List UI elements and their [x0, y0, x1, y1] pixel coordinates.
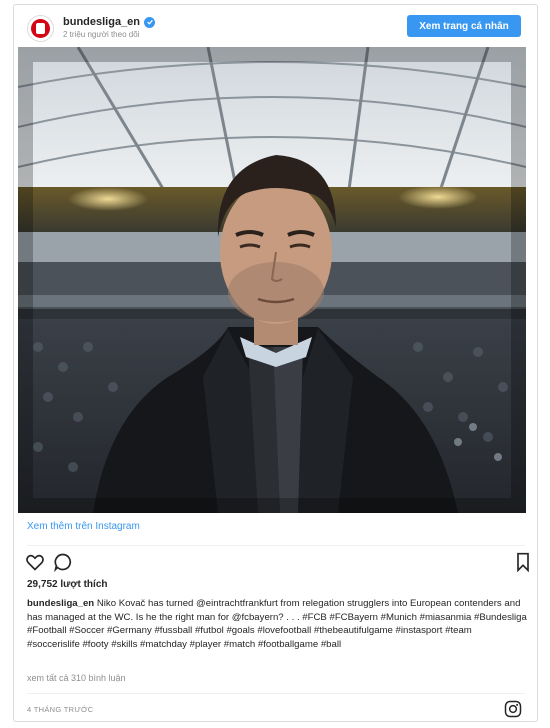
heart-icon[interactable]: [24, 551, 46, 573]
username[interactable]: bundesliga_en: [63, 16, 140, 28]
divider: [27, 545, 525, 546]
divider: [27, 693, 525, 694]
action-bar: [24, 551, 529, 575]
caption-username[interactable]: bundesliga_en: [27, 598, 94, 609]
instagram-icon[interactable]: [504, 700, 522, 718]
follower-count: 2 triệu người theo dõi: [63, 30, 140, 39]
like-count[interactable]: 29,752 lượt thích: [27, 579, 108, 590]
post-caption: bundesliga_en Niko Kovač has turned @ein…: [27, 597, 527, 651]
post-timestamp: 4 THÁNG TRƯỚC: [27, 705, 94, 714]
photo-niko-kovac: [18, 47, 526, 513]
view-more-link[interactable]: Xem thêm trên Instagram: [27, 521, 140, 532]
comment-icon[interactable]: [52, 551, 74, 573]
post-header: bundesliga_en 2 triệu người theo dõi Xem…: [14, 5, 537, 47]
bookmark-icon[interactable]: [512, 551, 534, 573]
caption-text: Niko Kovač has turned @eintrachtfrankfur…: [27, 598, 527, 650]
post-photo[interactable]: [18, 47, 526, 513]
bundesliga-logo-icon: [31, 19, 50, 38]
username-row: bundesliga_en: [63, 16, 156, 28]
view-profile-button[interactable]: Xem trang cá nhân: [407, 15, 521, 37]
instagram-embed-card: bundesliga_en 2 triệu người theo dõi Xem…: [13, 4, 538, 722]
verified-badge-icon: [144, 16, 156, 28]
view-all-comments-link[interactable]: xem tất cả 310 bình luận: [27, 673, 126, 683]
avatar[interactable]: [27, 15, 54, 42]
